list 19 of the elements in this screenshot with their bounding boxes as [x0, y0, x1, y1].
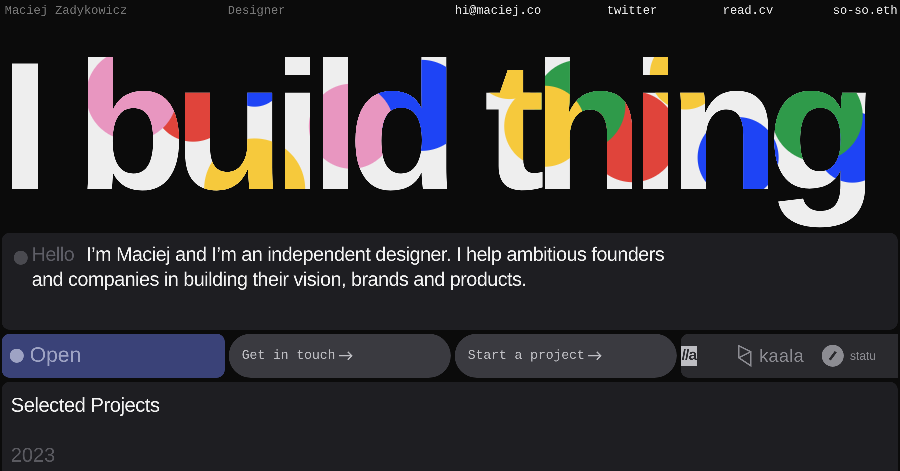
arrow-icon	[338, 351, 354, 361]
brand-logo: //a	[681, 346, 698, 366]
nav-link[interactable]: hi@maciej.co	[455, 2, 607, 20]
nav-text: Designer	[228, 3, 287, 20]
logo-mark-icon	[737, 344, 754, 368]
brand-name: kaala	[759, 344, 804, 368]
cta-button[interactable]: Get in touch	[229, 334, 451, 378]
logo-mark-icon	[822, 345, 844, 367]
arrow-icon	[587, 351, 604, 361]
brand-name: statu	[850, 348, 876, 365]
intro-paragraph: Hello I’m Maciej and I’m an independent designer. I help ambitious founders and companies in building their vision, brands and products.	[32, 243, 666, 294]
cta-button[interactable]: Start a project	[455, 334, 677, 378]
section-title: Selected Projects	[11, 394, 161, 419]
nav-link[interactable]: read.cv	[723, 2, 833, 20]
nav-text: Maciej Zadykowicz	[5, 3, 128, 20]
nav-link[interactable]: twitter	[607, 2, 723, 20]
status-label: Open	[30, 343, 82, 370]
year-label: 2023	[11, 444, 56, 469]
nav-link[interactable]: so-so.eth	[833, 2, 900, 20]
